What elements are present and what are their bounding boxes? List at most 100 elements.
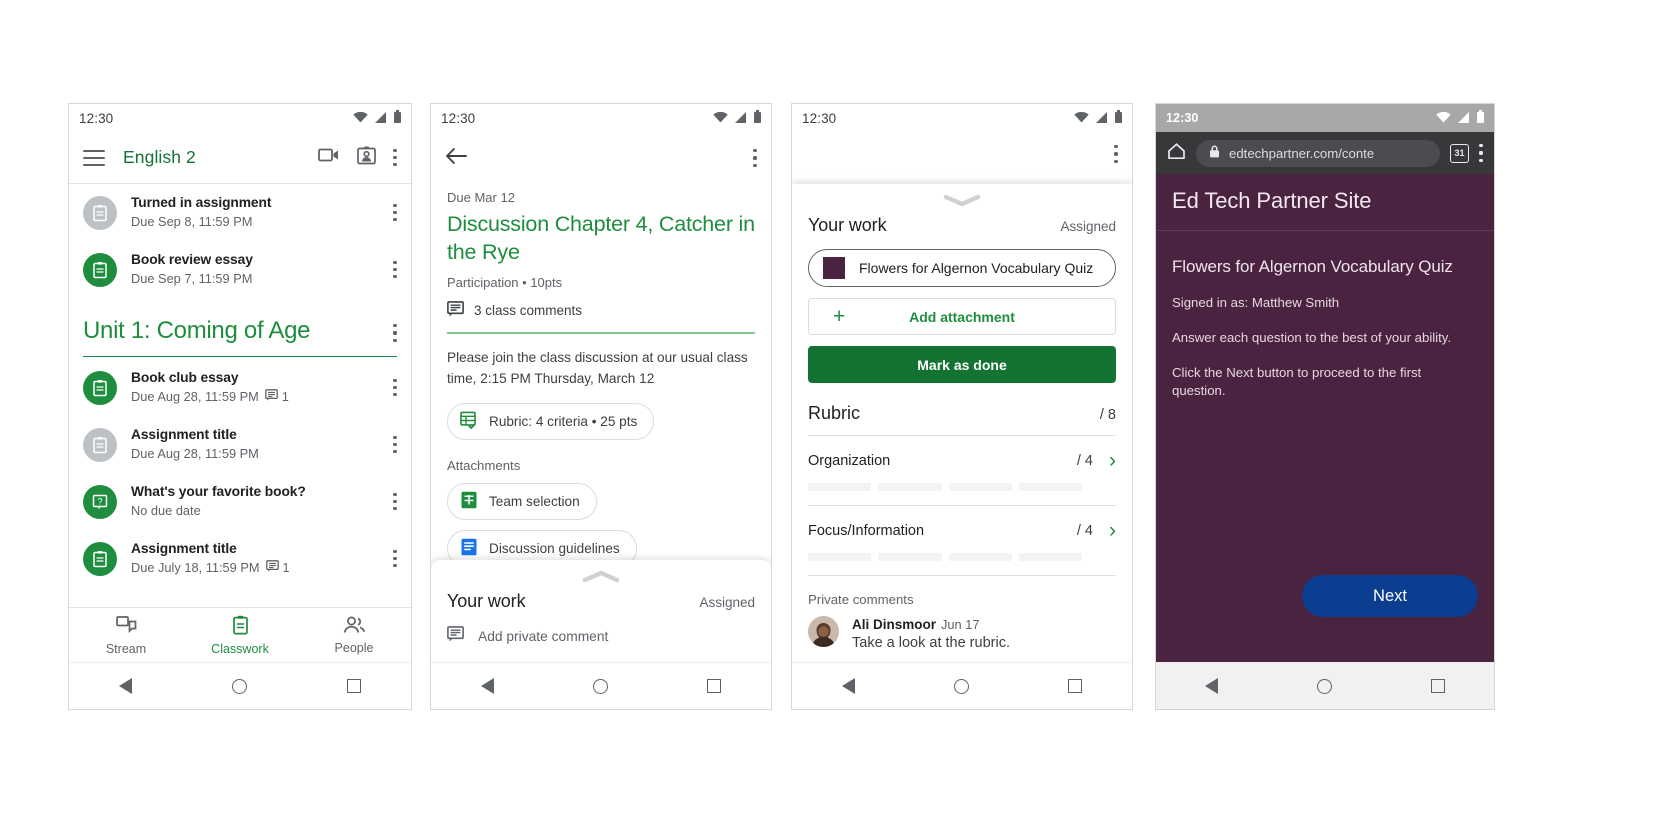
recents-square-icon[interactable] [1430,679,1445,693]
topic-title: Unit 1: Coming of Age [83,317,311,344]
list-item[interactable]: Assignment title Due Aug 28, 11:59 PM [69,416,411,473]
bottom-nav-classwork[interactable]: Classwork [183,608,297,663]
private-comment-row[interactable]: Add private comment [447,626,755,663]
wifi-icon [353,111,368,126]
overflow-menu-icon[interactable] [1114,145,1118,163]
back-arrow-icon[interactable] [445,147,467,170]
assignment-meta: Participation • 10pts [447,275,563,290]
bottom-nav-stream[interactable]: Stream [69,608,183,663]
quiz-instruction: Answer each question to the best of your… [1172,330,1452,345]
bottom-nav-people[interactable]: People [297,608,411,663]
rubric-criterion[interactable]: Organization / 4 › [808,436,1116,491]
attached-work-chip[interactable]: Flowers for Algernon Vocabulary Quiz [808,249,1116,287]
chevron-right-icon[interactable]: › [1109,450,1116,471]
status-clock: 12:30 [1166,111,1199,125]
list-item[interactable]: Assignment title Due July 18, 11:59 PM 1 [69,530,411,587]
item-overflow-icon[interactable] [393,549,397,568]
assignment-title: Discussion Chapter 4, Catcher in the Rye [447,212,755,264]
recents-square-icon[interactable] [707,679,722,693]
class-card-icon[interactable] [357,146,376,170]
home-circle-icon[interactable] [953,678,969,694]
overflow-menu-icon[interactable] [393,148,397,167]
next-button-label: Next [1373,586,1407,605]
bottom-nav-label: People [334,641,374,655]
system-navigation-bar [792,662,1132,709]
item-overflow-icon[interactable] [393,435,397,454]
hamburger-icon[interactable] [83,149,105,166]
item-overflow-icon[interactable] [393,203,397,222]
comment-icon [264,388,278,406]
status-bar: 12:30 [69,104,411,132]
page-title: English 2 [123,147,196,167]
item-subtitle: Due Aug 28, 11:59 PM [131,446,259,461]
next-button[interactable]: Next [1302,575,1478,617]
mark-as-done-button[interactable]: Mark as done [808,346,1116,383]
rubric-criterion[interactable]: Focus/Information / 4 › [808,506,1116,561]
signal-icon [1458,111,1470,126]
list-item[interactable]: ? What's your favorite book? No due date [69,473,411,530]
bottom-nav-label: Stream [105,641,147,656]
back-triangle-icon[interactable] [841,678,855,694]
back-triangle-icon[interactable] [1205,678,1219,694]
recents-square-icon[interactable] [1068,679,1083,693]
chevron-down-icon[interactable] [808,184,1116,207]
system-navigation-bar [1156,662,1494,709]
work-status: Assigned [699,595,755,610]
list-item[interactable]: Turned in assignment Due Sep 8, 11:59 PM [69,184,411,241]
comment-text: Take a look at the rubric. [852,635,1010,651]
private-comment-input[interactable]: Add private comment [478,629,608,644]
list-item[interactable]: Book review essay Due Sep 7, 11:59 PM [69,241,411,298]
your-work-sheet: Your work Assigned Add private comment [431,560,771,663]
site-header: Ed Tech Partner Site [1156,174,1494,231]
attached-work-label: Flowers for Algernon Vocabulary Quiz [859,260,1094,276]
overflow-menu-icon[interactable] [753,149,757,167]
stream-icon [115,615,137,638]
back-triangle-icon[interactable] [480,678,494,694]
battery-icon [1477,110,1484,126]
topic-overflow-icon[interactable] [393,324,397,342]
rubric-icon [460,411,478,432]
home-circle-icon[interactable] [1316,678,1332,694]
item-overflow-icon[interactable] [393,260,397,279]
rubric-chip[interactable]: Rubric: 4 criteria • 25 pts [447,402,655,440]
item-subtitle: Due Sep 8, 11:59 PM [131,214,253,229]
home-circle-icon[interactable] [592,678,608,694]
assignment-icon [83,195,117,230]
comment-author: Ali Dinsmoor [852,617,937,632]
chevron-up-icon[interactable] [447,560,755,583]
item-overflow-icon[interactable] [393,378,397,397]
private-comments-header: Private comments [808,592,914,607]
item-title: Assignment title [131,541,237,556]
upcoming-list: Turned in assignment Due Sep 8, 11:59 PM… [69,184,411,298]
classwork-list: Book club essay Due Aug 28, 11:59 PM 1 A… [69,359,411,587]
tab-switcher-icon[interactable]: 31 [1450,143,1469,163]
your-work-title: Your work [447,591,526,611]
video-camera-icon[interactable] [318,147,340,168]
browser-toolbar: edtechpartner.com/conte 31 [1156,132,1494,174]
item-title: Assignment title [131,427,237,442]
home-circle-icon[interactable] [232,678,247,694]
attachment-chip[interactable]: Team selection [447,482,597,520]
home-icon[interactable] [1167,142,1186,165]
criterion-points: / 4 [1076,522,1093,539]
plus-icon: + [833,305,846,328]
item-overflow-icon[interactable] [393,492,397,511]
add-attachment-button[interactable]: + Add attachment [808,298,1116,335]
phone-panel-assignment-detail: 12:30 Due Mar 12 Discussion Chapter 4, C… [430,103,772,710]
address-bar[interactable]: edtechpartner.com/conte [1196,139,1440,167]
phone-panel-your-work-expanded: 12:30 Your work Assigned Flowers for Alg… [791,103,1133,710]
class-comments-row[interactable]: 3 class comments [447,301,755,320]
back-triangle-icon[interactable] [119,678,132,694]
criterion-name: Organization [808,452,891,469]
list-item[interactable]: Book club essay Due Aug 28, 11:59 PM 1 [69,359,411,416]
system-navigation-bar [431,662,771,709]
system-navigation-bar [69,662,411,709]
wifi-icon [1074,111,1089,126]
tab-count: 31 [1454,148,1465,158]
phone-panel-classwork: 12:30 English 2 Turned in assignment Due… [68,103,412,710]
mark-as-done-label: Mark as done [917,356,1007,373]
recents-square-icon[interactable] [347,679,361,693]
rubric-header: Rubric / 8 [808,403,1116,424]
overflow-menu-icon[interactable] [1479,144,1483,162]
chevron-right-icon[interactable]: › [1109,520,1116,541]
